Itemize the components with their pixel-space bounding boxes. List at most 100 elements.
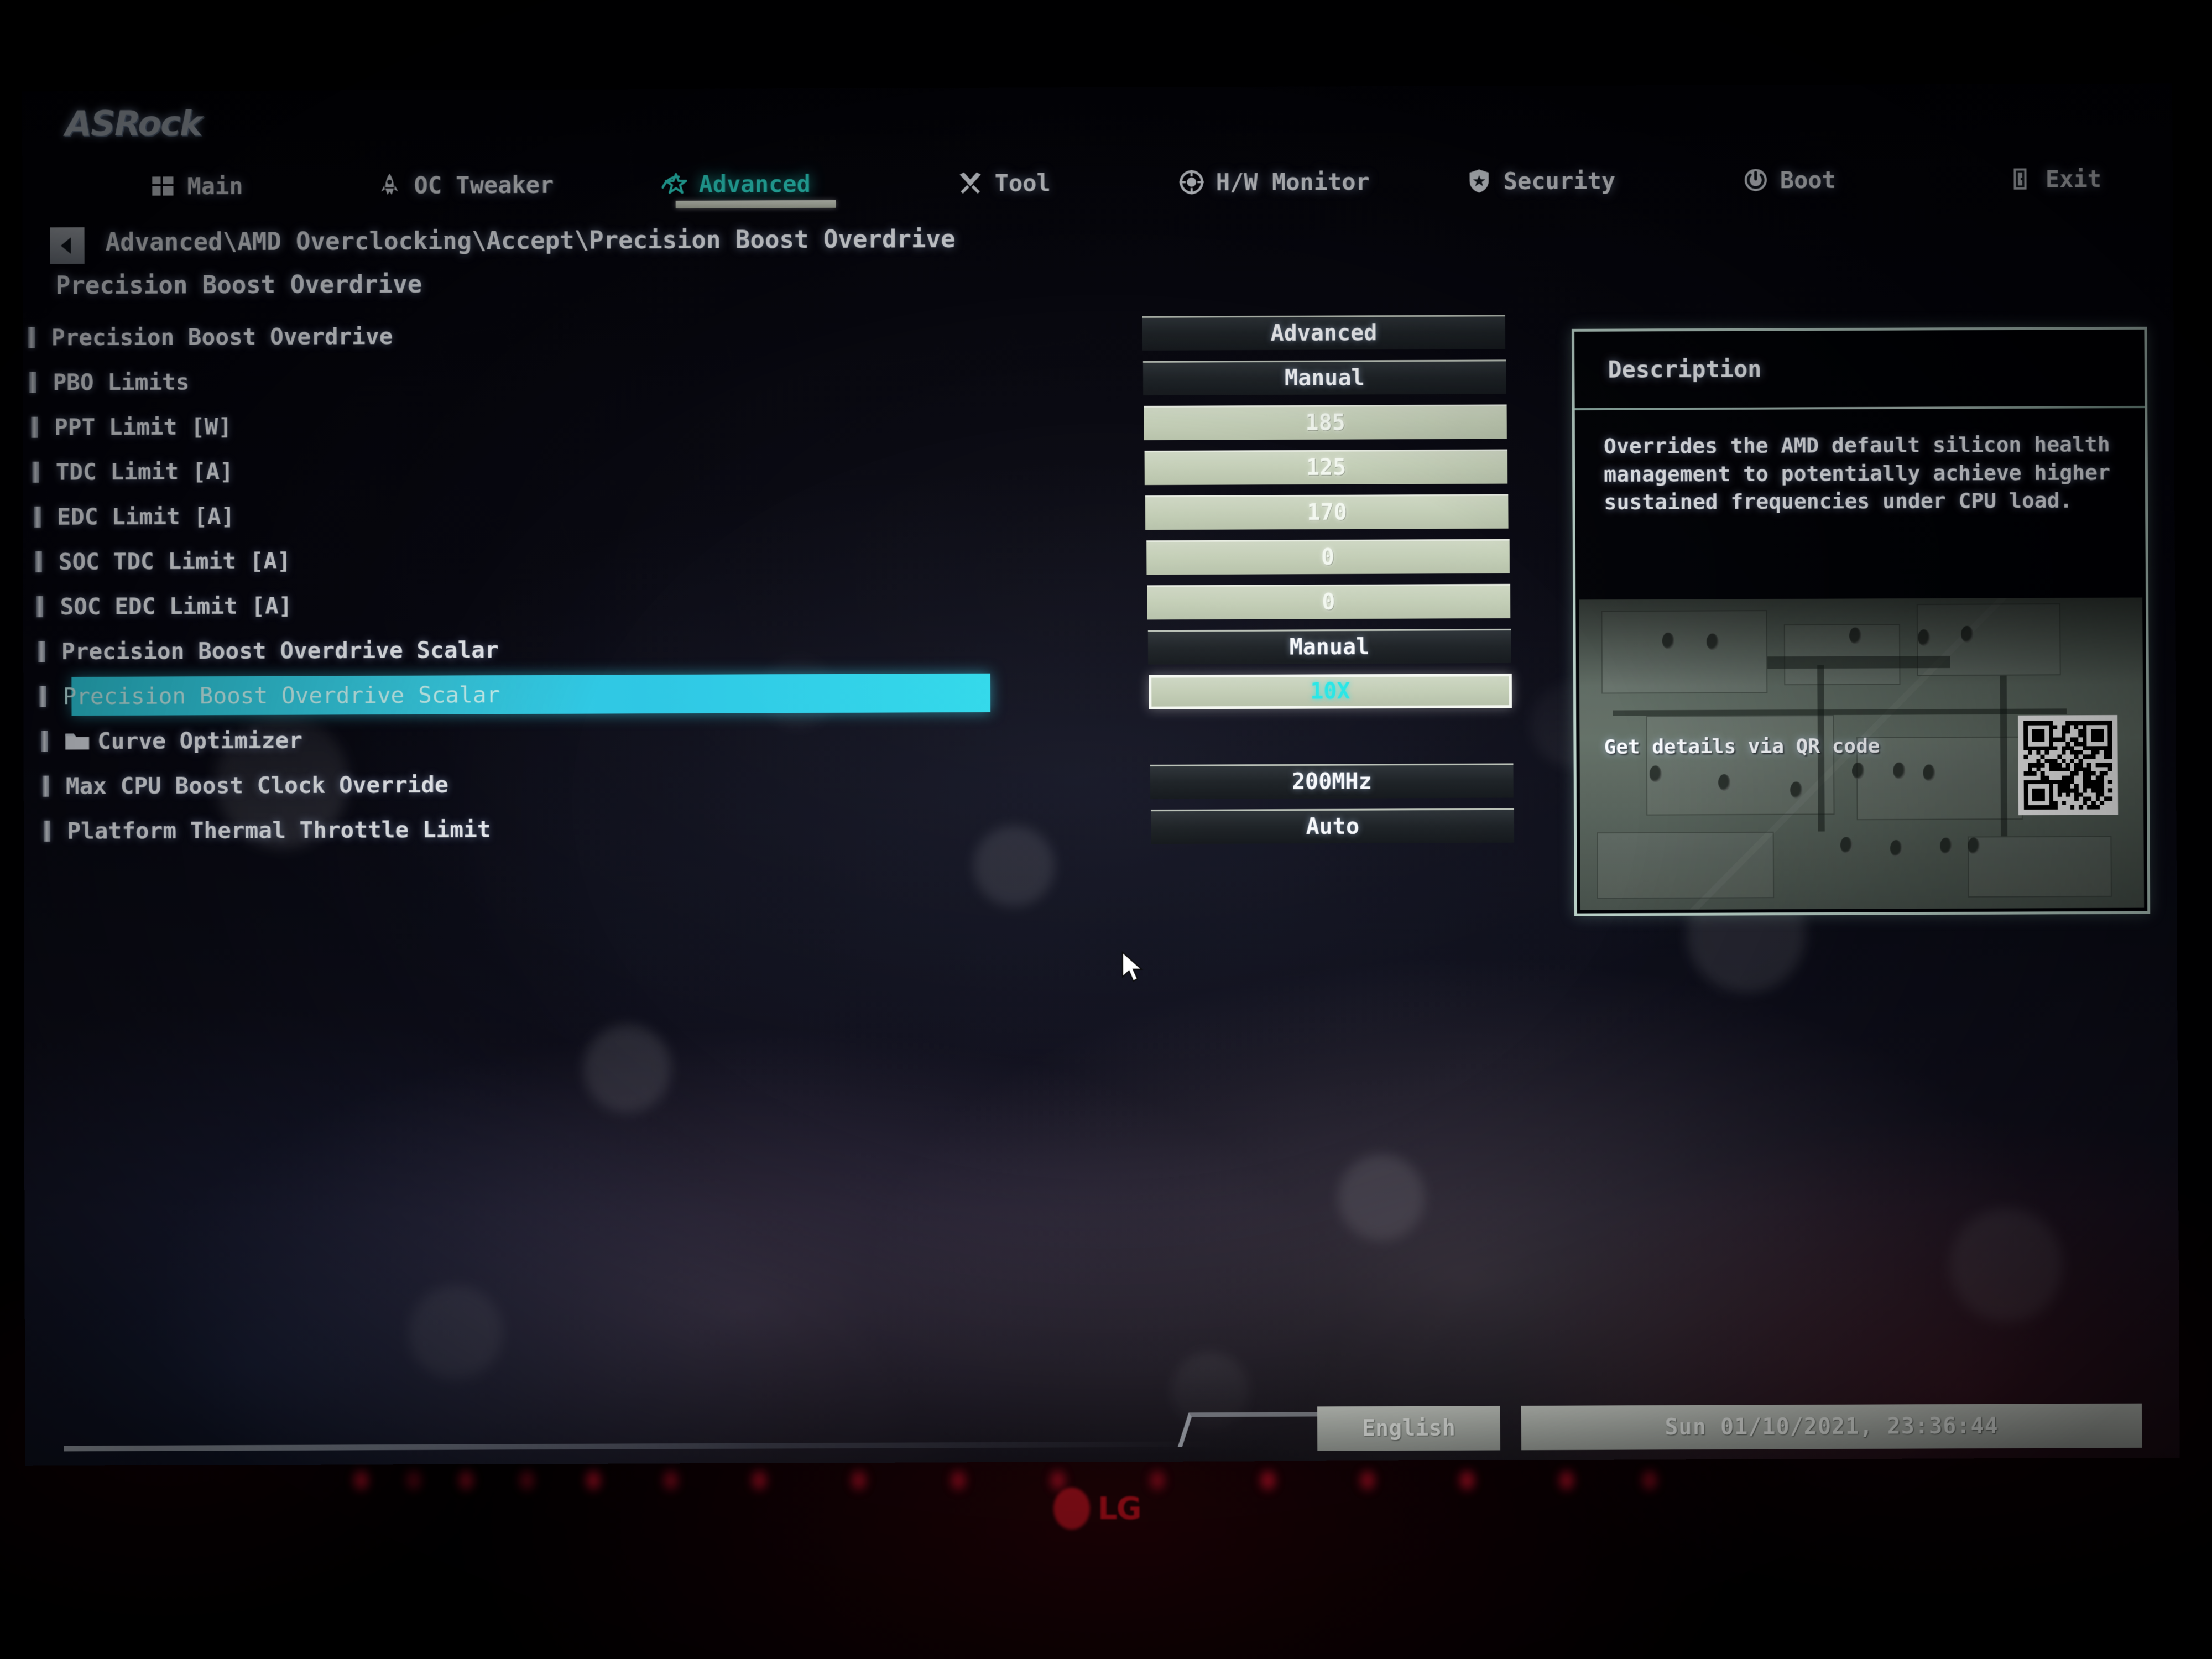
row-marker-icon bbox=[35, 551, 42, 572]
qr-cell bbox=[2108, 801, 2112, 805]
led-light bbox=[1360, 1471, 1375, 1490]
settings-row[interactable]: EDC Limit [A] bbox=[34, 490, 1130, 539]
settings-submenu-row[interactable]: Curve Optimizer bbox=[41, 714, 1131, 764]
qr-cell bbox=[2049, 759, 2053, 763]
qr-cell bbox=[2057, 763, 2062, 768]
qr-cell bbox=[2108, 738, 2112, 742]
settings-row[interactable]: Platform Thermal Throttle Limit bbox=[44, 804, 1131, 853]
tools-icon bbox=[957, 170, 984, 196]
qr-cell bbox=[2041, 725, 2045, 729]
settings-value-dropdown[interactable]: Manual bbox=[1148, 628, 1511, 664]
qr-cell bbox=[2062, 801, 2066, 805]
settings-row-label: PPT Limit [W] bbox=[54, 413, 232, 440]
nav-tab-exit[interactable]: Exit bbox=[2008, 151, 2102, 207]
qr-cell bbox=[2032, 805, 2037, 810]
qr-cell bbox=[2083, 797, 2088, 801]
qr-cell bbox=[2053, 729, 2058, 734]
settings-row[interactable]: Precision Boost Overdrive Scalar bbox=[38, 625, 1130, 674]
qr-cell bbox=[2091, 767, 2096, 771]
qr-cell bbox=[2032, 729, 2036, 734]
qr-cell bbox=[2070, 750, 2074, 755]
qr-cell bbox=[2108, 754, 2112, 759]
qr-cell bbox=[2104, 742, 2108, 746]
settings-row[interactable]: PBO Limits bbox=[29, 356, 1129, 405]
settings-value-input[interactable]: 10X bbox=[1149, 674, 1512, 709]
qr-cell bbox=[2100, 801, 2104, 805]
nav-tab-advanced[interactable]: Advanced bbox=[661, 156, 811, 212]
nav-tab-label: OC Tweaker bbox=[414, 171, 554, 199]
nav-tab-main[interactable]: Main bbox=[149, 158, 243, 214]
qr-cell bbox=[2108, 780, 2112, 784]
qr-cell bbox=[2108, 721, 2112, 725]
qr-cell bbox=[2066, 754, 2070, 759]
settings-value-dropdown[interactable]: Advanced bbox=[1142, 315, 1506, 351]
qr-cell bbox=[2062, 784, 2066, 789]
settings-value-row: 200MHz bbox=[1132, 758, 1520, 804]
settings-row[interactable]: Max CPU Boost Clock Override bbox=[43, 759, 1131, 808]
settings-row[interactable]: PPT Limit [W] bbox=[31, 400, 1129, 450]
qr-cell bbox=[2091, 742, 2095, 746]
qr-cell bbox=[2083, 738, 2087, 742]
qr-cell bbox=[2079, 767, 2083, 771]
back-button[interactable] bbox=[50, 227, 85, 264]
qr-cell bbox=[2045, 789, 2049, 793]
qr-cell bbox=[2108, 788, 2112, 792]
qr-cell bbox=[2023, 725, 2028, 729]
qr-cell bbox=[2079, 776, 2083, 780]
qr-cell bbox=[2045, 771, 2049, 776]
qr-cell bbox=[2108, 759, 2112, 763]
settings-value-input[interactable]: 170 bbox=[1145, 494, 1509, 530]
qr-cell bbox=[2024, 780, 2028, 785]
nav-tab-h-w-monitor[interactable]: H/W Monitor bbox=[1178, 154, 1370, 210]
settings-value-input[interactable]: 125 bbox=[1145, 449, 1508, 485]
settings-row[interactable]: Precision Boost Overdrive Scalar bbox=[39, 670, 1130, 719]
nav-tab-boot[interactable]: Boot bbox=[1743, 152, 1837, 208]
qr-cell bbox=[2037, 801, 2041, 806]
settings-value-input[interactable]: 0 bbox=[1147, 583, 1510, 619]
qr-cell bbox=[2104, 729, 2108, 733]
qr-cell bbox=[2066, 805, 2070, 810]
nav-tab-tool[interactable]: Tool bbox=[957, 155, 1051, 211]
nav-tab-security[interactable]: Security bbox=[1466, 153, 1616, 208]
monitor-brand-badge: LG bbox=[1053, 1488, 1141, 1530]
qr-cell bbox=[2083, 767, 2087, 771]
nav-tab-label: Advanced bbox=[698, 170, 810, 198]
qr-cell bbox=[2065, 725, 2070, 729]
power-icon bbox=[1743, 166, 1769, 193]
qr-cell bbox=[2104, 767, 2108, 771]
qr-cell bbox=[2083, 733, 2087, 738]
settings-value-input[interactable]: 0 bbox=[1146, 539, 1510, 575]
settings-value-dropdown[interactable]: Manual bbox=[1143, 359, 1506, 395]
qr-cell bbox=[2037, 789, 2041, 793]
qr-cell bbox=[2091, 784, 2096, 789]
qr-cell bbox=[2057, 759, 2062, 763]
language-selector[interactable]: English bbox=[1317, 1406, 1500, 1451]
qr-cell bbox=[2108, 767, 2112, 771]
settings-value-input[interactable]: 185 bbox=[1144, 404, 1507, 440]
nav-tab-label: Exit bbox=[2046, 165, 2101, 192]
qr-cell bbox=[2028, 797, 2032, 801]
qr-cell bbox=[2045, 755, 2049, 759]
qr-cell bbox=[2044, 746, 2049, 750]
qr-cell bbox=[2032, 789, 2037, 793]
qr-cell bbox=[2091, 788, 2096, 792]
settings-value-dropdown[interactable]: 200MHz bbox=[1150, 763, 1514, 799]
settings-row[interactable]: TDC Limit [A] bbox=[33, 445, 1130, 494]
qr-cell bbox=[2028, 759, 2032, 763]
mouse-cursor bbox=[1120, 951, 1146, 985]
settings-value-dropdown[interactable]: Auto bbox=[1151, 808, 1514, 844]
qr-cell bbox=[2095, 797, 2100, 801]
settings-row[interactable]: SOC TDC Limit [A] bbox=[35, 535, 1130, 584]
nav-tab-oc-tweaker[interactable]: OC Tweaker bbox=[376, 157, 554, 213]
qr-cell bbox=[2032, 801, 2037, 806]
settings-row[interactable]: SOC EDC Limit [A] bbox=[36, 580, 1130, 629]
qr-cell bbox=[2066, 801, 2070, 805]
qr-cell bbox=[2108, 792, 2112, 797]
qr-cell bbox=[2041, 763, 2045, 768]
qr-cell bbox=[2041, 801, 2045, 806]
qr-cell bbox=[2079, 788, 2083, 792]
qr-cell bbox=[2100, 792, 2104, 797]
settings-row[interactable]: Precision Boost Overdrive bbox=[28, 311, 1129, 360]
qr-cell bbox=[2070, 759, 2074, 763]
qr-cell bbox=[2108, 775, 2112, 780]
